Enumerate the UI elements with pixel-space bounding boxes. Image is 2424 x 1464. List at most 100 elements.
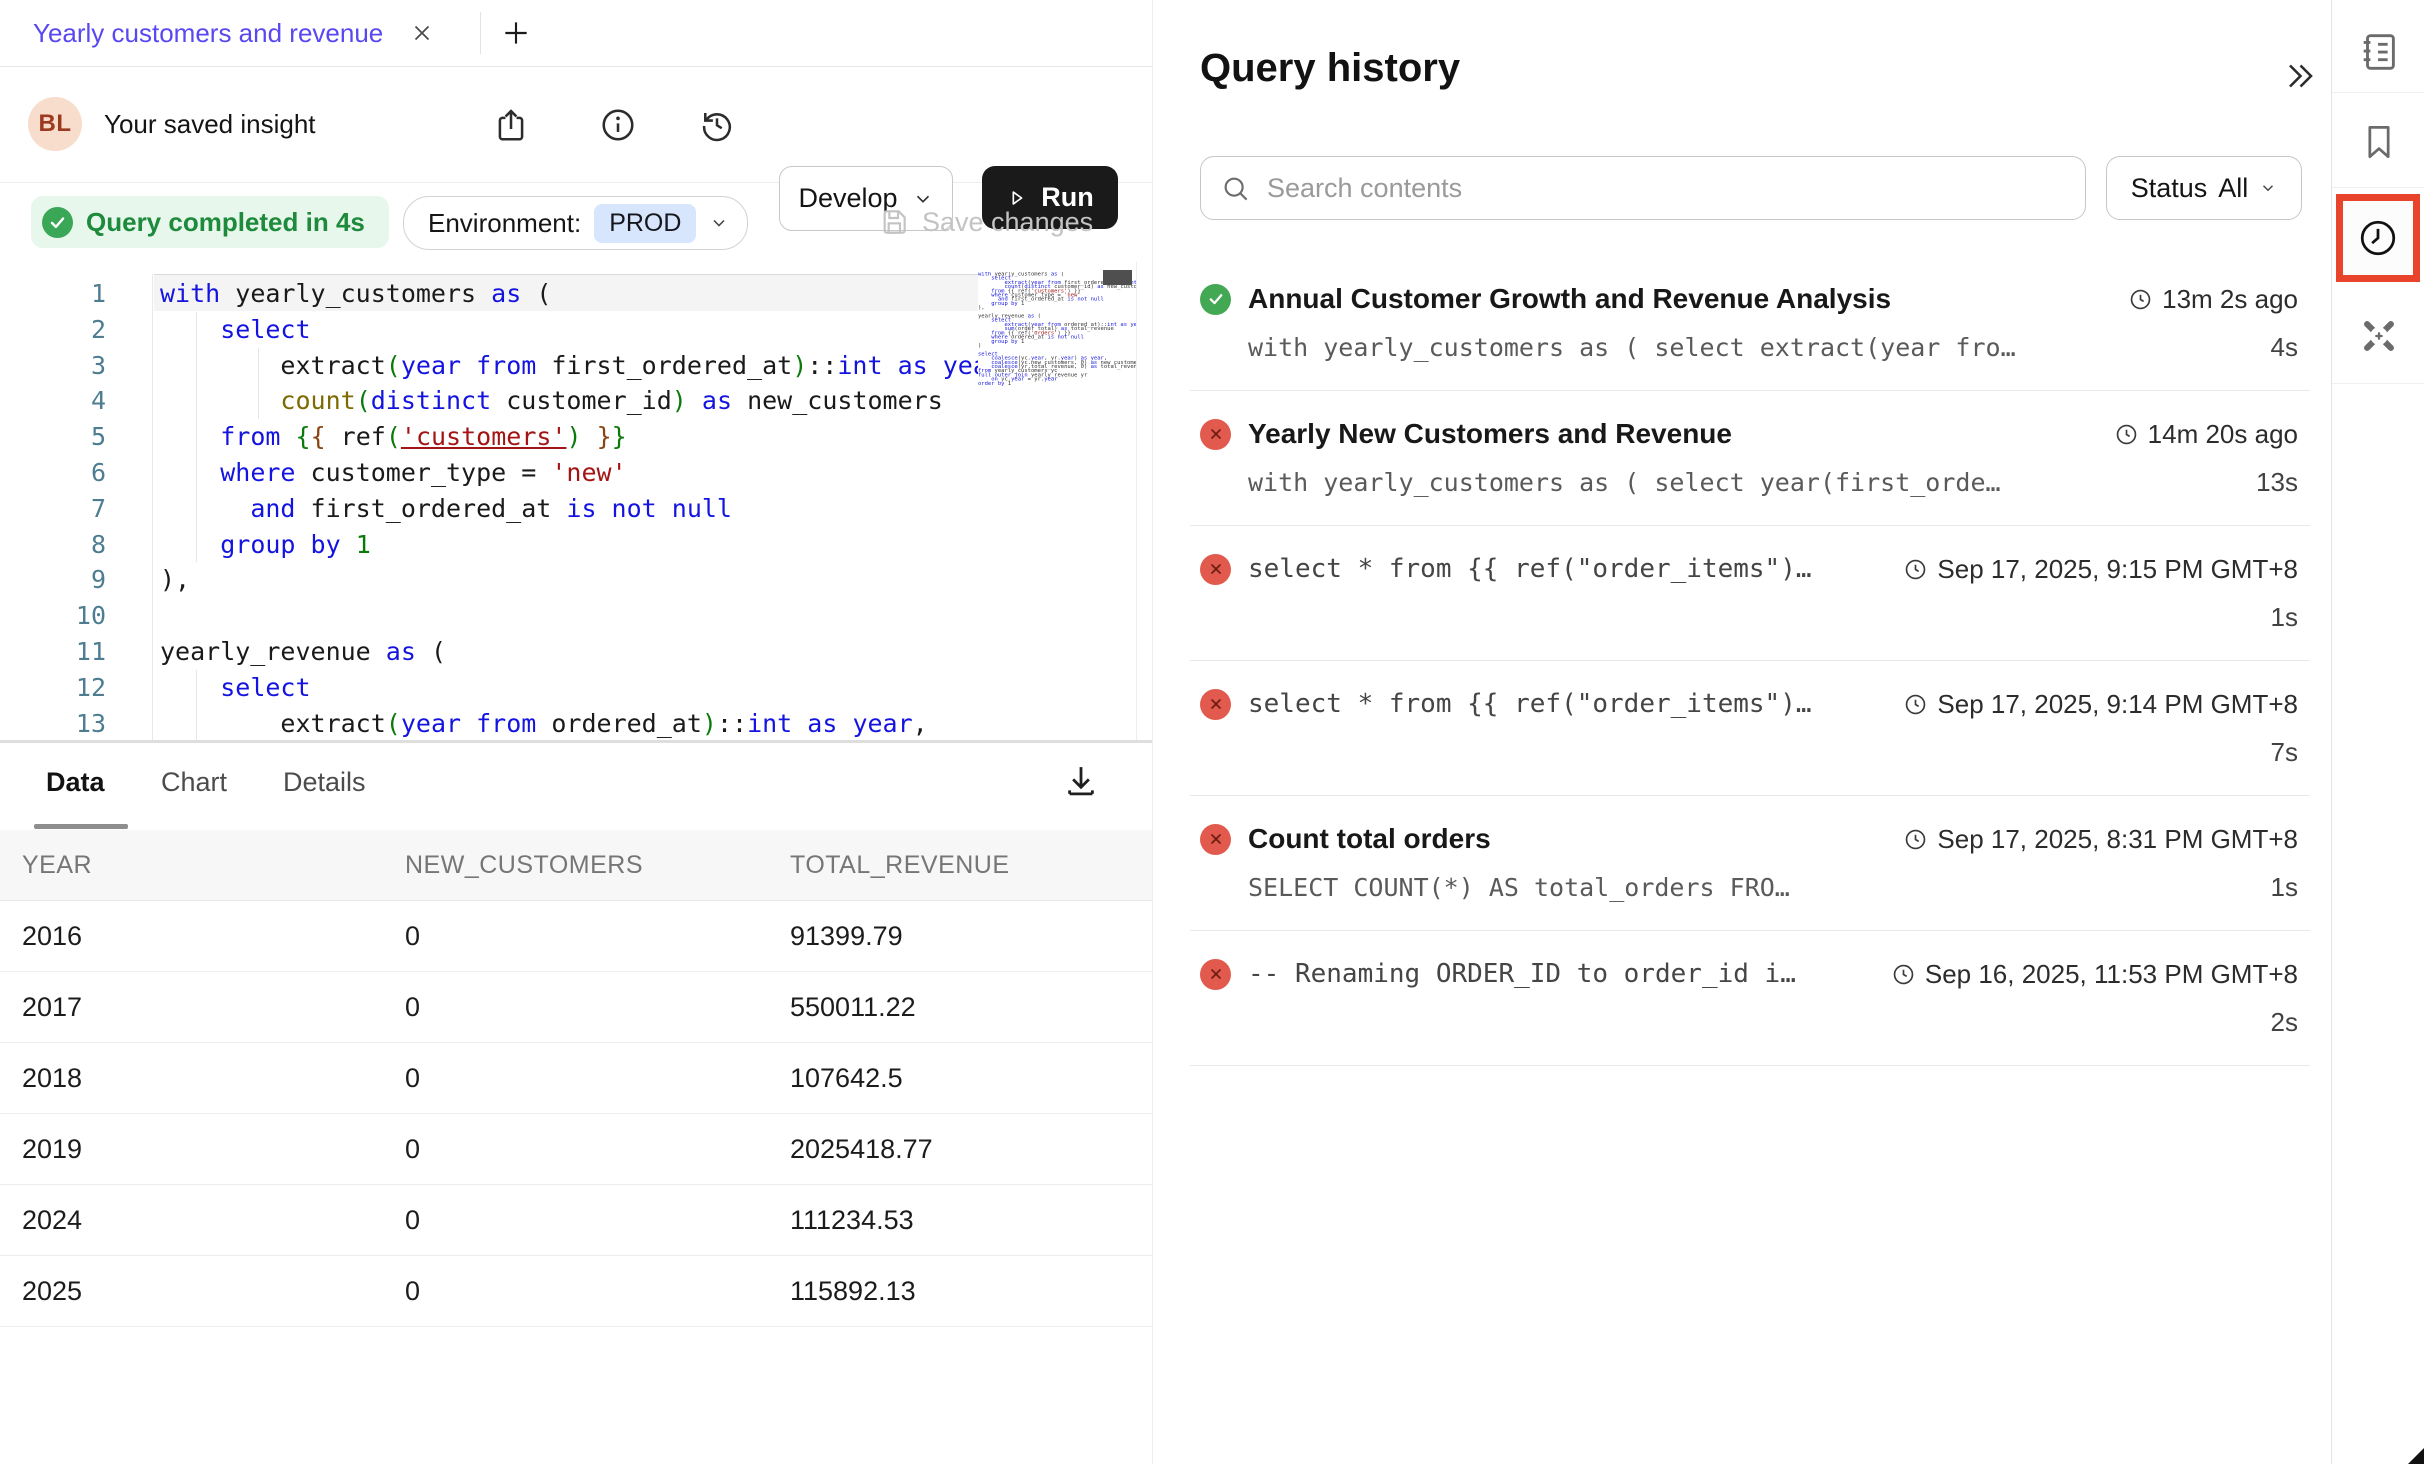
line-number: 3 xyxy=(40,348,106,384)
bookmark-icon[interactable] xyxy=(2355,118,2403,166)
cell-year: 2024 xyxy=(22,1205,405,1236)
clock-icon xyxy=(2356,216,2400,260)
column-header-total-revenue: TOTAL_REVENUE xyxy=(790,851,1152,880)
query-history-item[interactable]: Annual Customer Growth and Revenue Analy… xyxy=(1190,256,2310,391)
line-number: 10 xyxy=(40,598,106,634)
table-header-row: YEAR NEW_CUSTOMERS TOTAL_REVENUE xyxy=(0,830,1152,901)
line-number: 9 xyxy=(40,562,106,598)
line-number: 12 xyxy=(40,670,106,706)
explore-icon[interactable] xyxy=(2355,312,2403,360)
environment-value-badge: PROD xyxy=(594,204,696,243)
code-line[interactable]: where customer_type = 'new' xyxy=(160,455,627,491)
code-line[interactable]: and first_ordered_at is not null xyxy=(160,491,732,527)
line-number: 1 xyxy=(40,276,106,312)
query-title: Yearly New Customers and Revenue xyxy=(1248,418,1732,450)
tab-data[interactable]: Data xyxy=(46,767,105,798)
cell-total-revenue: 107642.5 xyxy=(790,1063,1152,1094)
query-history-rail-button-active[interactable] xyxy=(2336,194,2420,282)
saved-insight-label: Your saved insight xyxy=(104,66,316,182)
code-line[interactable]: extract(year from first_ordered_at)::int… xyxy=(160,348,1018,384)
code-line[interactable]: select xyxy=(160,670,311,706)
history-icon[interactable] xyxy=(698,106,736,144)
cell-year: 2016 xyxy=(22,921,405,952)
collapse-panel-icon[interactable] xyxy=(2281,58,2317,94)
query-duration: 2s xyxy=(2271,1007,2298,1038)
line-number: 7 xyxy=(40,491,106,527)
sql-code-editor[interactable]: 12345678910111213 with yearly_customers … xyxy=(0,262,1152,740)
chevron-down-icon xyxy=(2259,179,2277,197)
cell-total-revenue: 550011.22 xyxy=(790,992,1152,1023)
status-row: Query completed in 4s Environment: PROD … xyxy=(0,182,1152,262)
editor-scrollbar-thumb[interactable] xyxy=(1103,270,1132,285)
query-history-item[interactable]: -- Renaming ORDER_ID to order_id i… Sep … xyxy=(1190,931,2310,1066)
window-resize-corner[interactable] xyxy=(2408,1448,2424,1464)
query-history-item[interactable]: select * from {{ ref("order_items")… Sep… xyxy=(1190,526,2310,661)
environment-selector[interactable]: Environment: PROD xyxy=(403,196,748,250)
cell-year: 2019 xyxy=(22,1134,405,1165)
avatar[interactable]: BL xyxy=(28,97,82,151)
rail-separator xyxy=(2332,92,2424,93)
error-icon xyxy=(1200,824,1231,855)
query-title: Count total orders xyxy=(1248,823,1491,855)
rail-separator xyxy=(2332,187,2424,188)
line-number: 8 xyxy=(40,527,106,563)
tab-separator xyxy=(480,12,481,54)
success-icon xyxy=(1200,284,1231,315)
editor-right-border xyxy=(1136,262,1137,740)
error-icon xyxy=(1200,959,1231,990)
code-line[interactable]: from {{ ref('customers') }} xyxy=(160,419,627,455)
chevron-down-icon xyxy=(709,213,729,233)
query-duration: 13s xyxy=(2256,467,2298,498)
query-title: -- Renaming ORDER_ID to order_id i… xyxy=(1248,959,1796,989)
cell-total-revenue: 111234.53 xyxy=(790,1205,1152,1236)
query-duration: 7s xyxy=(2271,737,2298,768)
cell-year: 2018 xyxy=(22,1063,405,1094)
status-filter-label: Status xyxy=(2131,173,2208,204)
code-line[interactable]: ), xyxy=(160,562,190,598)
table-body: 2016091399.7920170550011.2220180107642.5… xyxy=(0,901,1152,1327)
table-row: 20170550011.22 xyxy=(0,972,1152,1043)
tab-close-icon[interactable] xyxy=(409,20,435,46)
cell-new-customers: 0 xyxy=(405,992,790,1023)
floppy-disk-icon xyxy=(878,206,910,238)
code-minimap[interactable]: with yearly_customers as ( select extrac… xyxy=(978,272,1136,394)
code-line[interactable]: select xyxy=(160,312,311,348)
download-icon[interactable] xyxy=(1060,761,1102,803)
save-changes-button[interactable]: Save changes xyxy=(878,196,1093,248)
cell-new-customers: 0 xyxy=(405,1063,790,1094)
tab-yearly-customers[interactable]: Yearly customers and revenue xyxy=(33,0,435,66)
notebook-icon[interactable] xyxy=(2355,28,2403,76)
code-line[interactable]: with yearly_customers as ( xyxy=(160,276,551,312)
code-line[interactable]: extract(year from ordered_at)::int as ye… xyxy=(160,706,928,740)
query-timestamp: 14m 20s ago xyxy=(2148,419,2298,450)
query-timestamp: Sep 17, 2025, 8:31 PM GMT+8 xyxy=(1937,824,2298,855)
active-tab-underline xyxy=(34,824,128,829)
query-preview: SELECT COUNT(*) AS total_orders FRO… xyxy=(1248,873,1790,902)
query-history-item[interactable]: Yearly New Customers and Revenue 14m 20s… xyxy=(1190,391,2310,526)
rail-separator xyxy=(2332,383,2424,384)
code-line[interactable]: yearly_revenue as ( xyxy=(160,634,446,670)
code-line[interactable]: group by 1 xyxy=(160,527,371,563)
line-number: 13 xyxy=(40,706,106,740)
code-line[interactable]: count(distinct customer_id) as new_custo… xyxy=(160,383,943,419)
clock-icon xyxy=(1891,962,1916,987)
tab-details[interactable]: Details xyxy=(283,767,366,798)
clock-icon xyxy=(2114,422,2139,447)
query-duration: 1s xyxy=(2271,872,2298,903)
info-icon[interactable] xyxy=(599,106,637,144)
share-icon[interactable] xyxy=(492,106,530,144)
status-filter-dropdown[interactable]: Status All xyxy=(2106,156,2302,220)
cell-new-customers: 0 xyxy=(405,1205,790,1236)
search-input[interactable] xyxy=(1201,157,2085,219)
query-preview: with yearly_customers as ( select extrac… xyxy=(1248,333,2016,362)
query-title: Annual Customer Growth and Revenue Analy… xyxy=(1248,283,1891,315)
query-history-item[interactable]: select * from {{ ref("order_items")… Sep… xyxy=(1190,661,2310,796)
query-history-item[interactable]: Count total orders Sep 17, 2025, 8:31 PM… xyxy=(1190,796,2310,931)
tab-chart[interactable]: Chart xyxy=(161,767,227,798)
query-status-pill: Query completed in 4s xyxy=(31,196,389,248)
cell-new-customers: 0 xyxy=(405,1134,790,1165)
new-tab-button[interactable] xyxy=(498,15,534,51)
save-changes-label: Save changes xyxy=(922,207,1093,238)
table-row: 201902025418.77 xyxy=(0,1114,1152,1185)
cell-total-revenue: 2025418.77 xyxy=(790,1134,1152,1165)
